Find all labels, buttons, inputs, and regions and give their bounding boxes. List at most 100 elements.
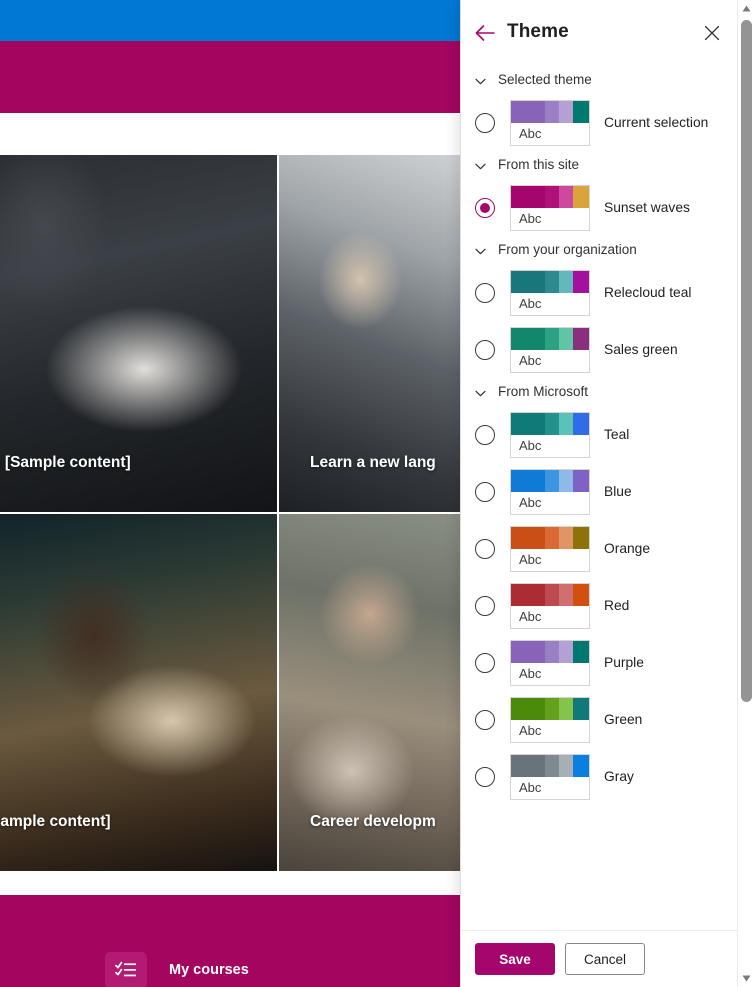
theme-option-current-selection[interactable]: Abc Current selection [461, 94, 737, 151]
section-header-from-this-site[interactable]: From this site [461, 151, 737, 177]
swatch-band [511, 526, 546, 549]
swatch-band [559, 100, 574, 123]
theme-option-label: Sunset waves [604, 200, 690, 215]
suite-top-bar [0, 0, 460, 41]
swatch-band [545, 185, 560, 208]
theme-option-label: Current selection [604, 115, 709, 130]
panel-scrollbar[interactable] [737, 0, 754, 987]
swatch-band [573, 697, 589, 720]
theme-option-red[interactable]: Abc Red [461, 577, 737, 634]
theme-option-label: Gray [604, 769, 634, 784]
hero-card[interactable]: s [Sample content] [0, 155, 277, 512]
theme-option-blue[interactable]: Abc Blue [461, 463, 737, 520]
theme-option-label: Red [604, 598, 630, 613]
radio-button[interactable] [475, 538, 495, 559]
section-title: From Microsoft [498, 383, 589, 399]
swatch-band [511, 185, 546, 208]
swatch-band [545, 412, 560, 435]
swatch-band [545, 270, 560, 293]
theme-option-label: Sales green [604, 342, 678, 357]
hero-card-grid: s [Sample content] Learn a new lang Samp… [0, 155, 460, 895]
radio-button[interactable] [475, 481, 495, 502]
radio-button-selected[interactable] [475, 197, 495, 218]
radio-button[interactable] [475, 595, 495, 616]
section-header-from-your-organization[interactable]: From your organization [461, 236, 737, 262]
swatch-band [559, 697, 574, 720]
swatch-band [559, 185, 574, 208]
swatch-band [573, 754, 589, 777]
swatch-band [573, 469, 589, 492]
theme-swatch: Abc [510, 696, 590, 743]
swatch-band [559, 583, 574, 606]
swatch-sample-text: Abc [519, 665, 542, 681]
theme-option-label: Blue [604, 484, 632, 499]
section-header-from-microsoft[interactable]: From Microsoft [461, 378, 737, 404]
theme-option-orange[interactable]: Abc Orange [461, 520, 737, 577]
theme-swatch: Abc [510, 753, 590, 800]
panel-title: Theme [507, 21, 569, 42]
swatch-band [545, 640, 560, 663]
theme-panel-header: Theme [461, 0, 737, 66]
radio-button[interactable] [475, 424, 495, 445]
swatch-sample-text: Abc [519, 125, 542, 141]
theme-option-relecloud-teal[interactable]: Abc Relecloud teal [461, 264, 737, 321]
hero-card[interactable]: Sample content] [0, 514, 277, 871]
scroll-up-arrow-icon[interactable] [738, 0, 754, 17]
theme-option-sunset-waves[interactable]: Abc Sunset waves [461, 179, 737, 236]
cancel-button[interactable]: Cancel [565, 943, 645, 975]
swatch-band [545, 100, 560, 123]
radio-button[interactable] [475, 709, 495, 730]
radio-button[interactable] [475, 766, 495, 787]
section-header-selected-theme[interactable]: Selected theme [461, 66, 737, 92]
theme-option-green[interactable]: Abc Green [461, 691, 737, 748]
swatch-band [511, 583, 546, 606]
swatch-band [573, 327, 589, 350]
theme-option-sales-green[interactable]: Abc Sales green [461, 321, 737, 378]
swatch-band [559, 412, 574, 435]
scrollbar-thumb[interactable] [741, 20, 752, 702]
theme-swatch: Abc [510, 411, 590, 458]
theme-panel-content: Theme Selected theme Abc Current selecti… [461, 0, 737, 987]
chevron-down-icon [475, 74, 486, 85]
footer-quick-link[interactable]: My courses [105, 952, 249, 987]
theme-swatch-colors [511, 327, 589, 350]
theme-swatch: Abc [510, 468, 590, 515]
theme-option-label: Teal [604, 427, 630, 442]
swatch-band [511, 469, 546, 492]
theme-option-teal[interactable]: Abc Teal [461, 406, 737, 463]
theme-swatch: Abc [510, 99, 590, 146]
hero-card-caption: s [Sample content] [0, 453, 131, 471]
hero-card[interactable]: Career developm [279, 514, 460, 871]
chevron-down-icon [475, 244, 486, 255]
theme-swatch: Abc [510, 326, 590, 373]
theme-swatch-colors [511, 412, 589, 435]
swatch-sample-text: Abc [519, 722, 542, 738]
theme-swatch: Abc [510, 525, 590, 572]
theme-swatch-colors [511, 583, 589, 606]
radio-button[interactable] [475, 339, 495, 360]
swatch-band [511, 327, 546, 350]
theme-option-purple[interactable]: Abc Purple [461, 634, 737, 691]
radio-button[interactable] [475, 652, 495, 673]
radio-button[interactable] [475, 112, 495, 133]
section-title: From this site [498, 156, 580, 172]
scroll-down-arrow-icon[interactable] [738, 970, 754, 987]
theme-swatch-colors [511, 526, 589, 549]
radio-button[interactable] [475, 282, 495, 303]
swatch-band [573, 583, 589, 606]
swatch-sample-text: Abc [519, 494, 542, 510]
theme-swatch: Abc [510, 582, 590, 629]
checklist-icon [105, 952, 147, 987]
swatch-band [511, 412, 546, 435]
swatch-band [573, 640, 589, 663]
hero-card-caption: Sample content] [0, 812, 111, 830]
swatch-band [545, 469, 560, 492]
back-arrow-icon[interactable] [473, 22, 497, 44]
close-icon[interactable] [701, 22, 723, 44]
swatch-band [573, 185, 589, 208]
hero-card[interactable]: Learn a new lang [279, 155, 460, 512]
save-button[interactable]: Save [475, 943, 555, 975]
theme-option-label: Orange [604, 541, 651, 556]
theme-option-gray[interactable]: Abc Gray [461, 748, 737, 805]
swatch-band [511, 754, 546, 777]
